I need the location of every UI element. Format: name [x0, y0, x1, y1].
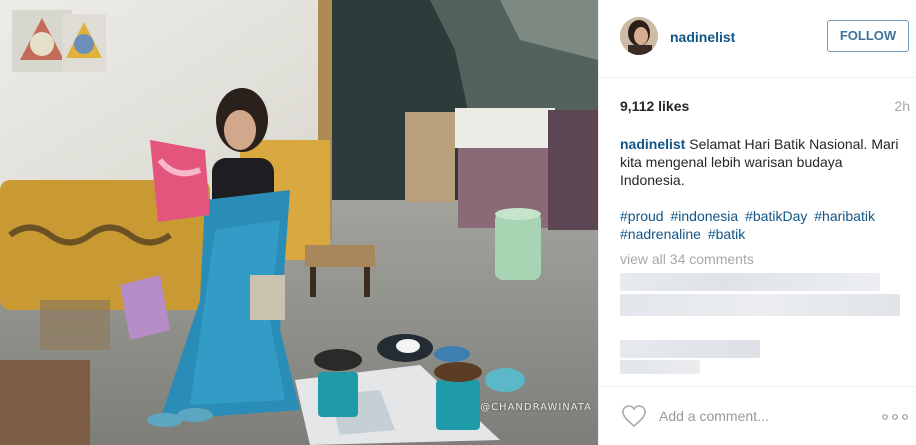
post-footer — [599, 386, 916, 445]
hashtag[interactable]: #haribatik — [814, 208, 875, 224]
blurred-comment — [620, 360, 700, 374]
blurred-comment — [620, 294, 900, 316]
hashtag[interactable]: #batikDay — [745, 208, 807, 224]
photo-illustration — [0, 0, 598, 445]
post-time[interactable]: 2h — [894, 98, 910, 114]
likes-count[interactable]: 9,112 likes — [620, 98, 689, 114]
avatar[interactable] — [620, 17, 658, 55]
post-sidebar: nadinelist FOLLOW 9,112 likes 2h nadinel… — [598, 0, 916, 445]
heart-outline-icon[interactable] — [621, 404, 647, 428]
post-header: nadinelist FOLLOW — [599, 0, 916, 78]
caption-username[interactable]: nadinelist — [620, 136, 685, 152]
hashtag[interactable]: #proud — [620, 208, 664, 224]
hashtag[interactable]: #nadrenaline — [620, 226, 701, 242]
post-photo[interactable]: @CHANDRAWINATA — [0, 0, 598, 445]
comment-input[interactable] — [659, 405, 859, 427]
post-caption: nadinelist Selamat Hari Batik Nasional. … — [620, 135, 906, 189]
hashtag[interactable]: #indonesia — [670, 208, 738, 224]
avatar-image — [620, 17, 658, 55]
hashtag-list: #proud #indonesia #batikDay #haribatik #… — [620, 207, 910, 243]
hashtag[interactable]: #batik — [708, 226, 745, 242]
blurred-comment — [620, 273, 880, 291]
post-stats: 9,112 likes 2h — [620, 98, 910, 114]
view-all-comments-link[interactable]: view all 34 comments — [620, 251, 754, 267]
post-container: @CHANDRAWINATA nadinelist FOLLOW 9,112 l… — [0, 0, 916, 445]
photo-watermark: @CHANDRAWINATA — [480, 402, 592, 413]
more-options-icon[interactable] — [882, 414, 908, 420]
follow-button[interactable]: FOLLOW — [827, 20, 909, 52]
blurred-comment — [620, 340, 760, 358]
username-link[interactable]: nadinelist — [670, 29, 735, 45]
